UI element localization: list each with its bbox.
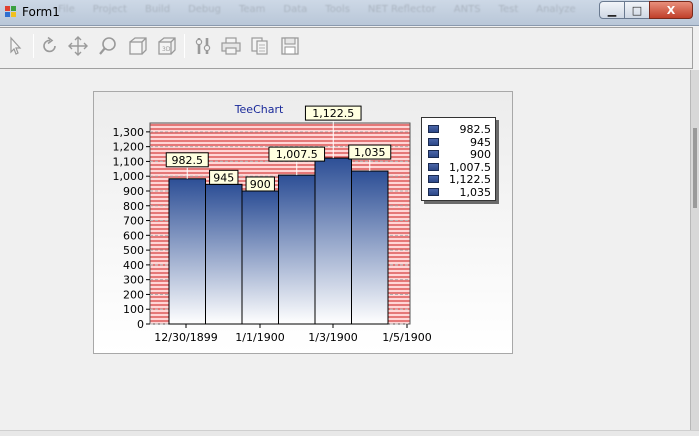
ghost-menu-item: Test <box>498 4 519 15</box>
mark-label: 945 <box>213 171 234 184</box>
x-tick-label: 12/30/1899 <box>154 331 217 344</box>
legend-label: 900 <box>470 148 491 162</box>
3d-icon: 3D <box>158 37 176 55</box>
ghost-menu-item: Debug <box>188 4 221 15</box>
minimize-icon: ▁ <box>607 3 617 17</box>
y-tick-label: 700 <box>123 215 144 228</box>
legend-label: 1,007.5 <box>449 160 491 174</box>
y-tick-label: 600 <box>123 229 144 242</box>
rotate-button[interactable] <box>38 33 62 59</box>
y-tick-label: 200 <box>123 288 144 301</box>
legend-label: 1,122.5 <box>449 173 491 187</box>
copy-button[interactable] <box>248 33 272 59</box>
bar <box>205 183 243 325</box>
legend-swatch <box>428 175 439 184</box>
mark-label: 1,035 <box>354 146 386 159</box>
ghost-menu-item: File <box>58 4 75 15</box>
maximize-button[interactable]: □ <box>624 1 650 19</box>
ghost-menu-item: Tools <box>325 4 350 15</box>
y-tick-label: 1,200 <box>113 141 145 154</box>
legend-swatch <box>428 162 439 171</box>
legend-item: 1,035 <box>422 186 497 199</box>
chart-toolbar: 3D <box>0 27 693 69</box>
edit-icon <box>195 38 211 54</box>
chart-legend: 982.5 945 900 1,007.5 1,122.5 1,035 <box>421 117 496 201</box>
ghost-menu-item: Build <box>144 4 171 15</box>
legend-item: 945 <box>422 136 497 149</box>
background-menu-ghost: File Project Build Debug Team Data Tools… <box>58 4 576 15</box>
vertical-scrollbar[interactable] <box>690 70 699 436</box>
save-button[interactable] <box>278 33 302 59</box>
edit-button[interactable] <box>191 33 215 59</box>
move-button[interactable] <box>66 33 90 59</box>
window-controls: ▁ □ X <box>599 1 693 19</box>
maximize-icon: □ <box>631 3 643 17</box>
save-icon <box>281 37 299 55</box>
close-icon: X <box>666 3 676 17</box>
bar <box>168 178 206 325</box>
x-tick-label: 1/3/1900 <box>308 331 357 344</box>
rotate-icon <box>43 36 56 53</box>
legend-item: 1,007.5 <box>422 161 497 174</box>
toolbar-separator <box>184 34 185 58</box>
3d-button[interactable]: 3D <box>155 33 179 59</box>
mark-label: 982.5 <box>172 154 204 167</box>
y-tick-label: 500 <box>123 244 144 257</box>
move-icon <box>68 36 88 56</box>
y-tick-label: 1,100 <box>113 155 145 168</box>
tee-chart[interactable]: TeeChart 0 100 200 300 400 500 600 700 800 900 1,0… <box>93 91 513 354</box>
mark-label: 1,007.5 <box>276 148 318 161</box>
y-tick-label: 900 <box>123 185 144 198</box>
legend-item: 1,122.5 <box>422 173 497 186</box>
ghost-menu-item: ANTS <box>453 4 481 15</box>
legend-swatch <box>428 150 439 159</box>
legend-swatch <box>428 137 439 146</box>
legend-item: 900 <box>422 148 497 161</box>
minimize-button[interactable]: ▁ <box>599 1 625 19</box>
mark-label: 900 <box>250 178 271 191</box>
zoom-button[interactable] <box>96 33 120 59</box>
bar <box>314 157 352 325</box>
copy-icon <box>251 37 268 55</box>
x-tick-label: 1/1/1900 <box>235 331 284 344</box>
status-strip <box>0 430 699 436</box>
mark-label: 1,122.5 <box>312 107 354 120</box>
pointer-button[interactable] <box>4 33 28 59</box>
y-tick-label: 800 <box>123 200 144 213</box>
scroll-thumb[interactable] <box>693 128 697 208</box>
svg-text:3D: 3D <box>162 46 171 53</box>
toolbar-separator <box>33 34 34 58</box>
bar <box>241 190 279 325</box>
y-tick-label: 1,000 <box>113 170 145 183</box>
title-bar: Form1 File Project Build Debug Team Data… <box>0 0 699 26</box>
legend-item: 982.5 <box>422 123 497 136</box>
ghost-menu-item: NET Reflector <box>367 4 436 15</box>
y-tick-label: 1,300 <box>113 126 145 139</box>
legend-label: 945 <box>470 135 491 149</box>
y-tick-label: 400 <box>123 259 144 272</box>
y-tick-label: 0 <box>137 318 144 331</box>
depth-icon <box>129 37 147 55</box>
window-title: Form1 <box>22 5 60 19</box>
print-button[interactable] <box>219 33 243 59</box>
legend-label: 1,035 <box>459 186 492 199</box>
print-icon <box>221 37 241 55</box>
ghost-menu-item: Team <box>238 4 266 15</box>
legend-label: 982.5 <box>459 123 492 136</box>
app-icon <box>5 6 17 18</box>
zoom-icon <box>99 37 116 55</box>
legend-swatch <box>428 188 439 196</box>
close-button[interactable]: X <box>649 1 693 19</box>
ghost-menu-item: Project <box>92 4 127 15</box>
legend-swatch <box>428 125 439 133</box>
ghost-menu-item: Analyze <box>536 4 576 15</box>
y-tick-label: 300 <box>123 274 144 287</box>
ghost-menu-item: Data <box>283 4 308 15</box>
y-tick-label: 100 <box>123 303 144 316</box>
depth-button[interactable] <box>126 33 150 59</box>
bar <box>351 170 389 325</box>
pointer-icon <box>10 36 22 55</box>
bar <box>278 174 316 325</box>
x-tick-label: 1/5/1900 <box>382 331 431 344</box>
